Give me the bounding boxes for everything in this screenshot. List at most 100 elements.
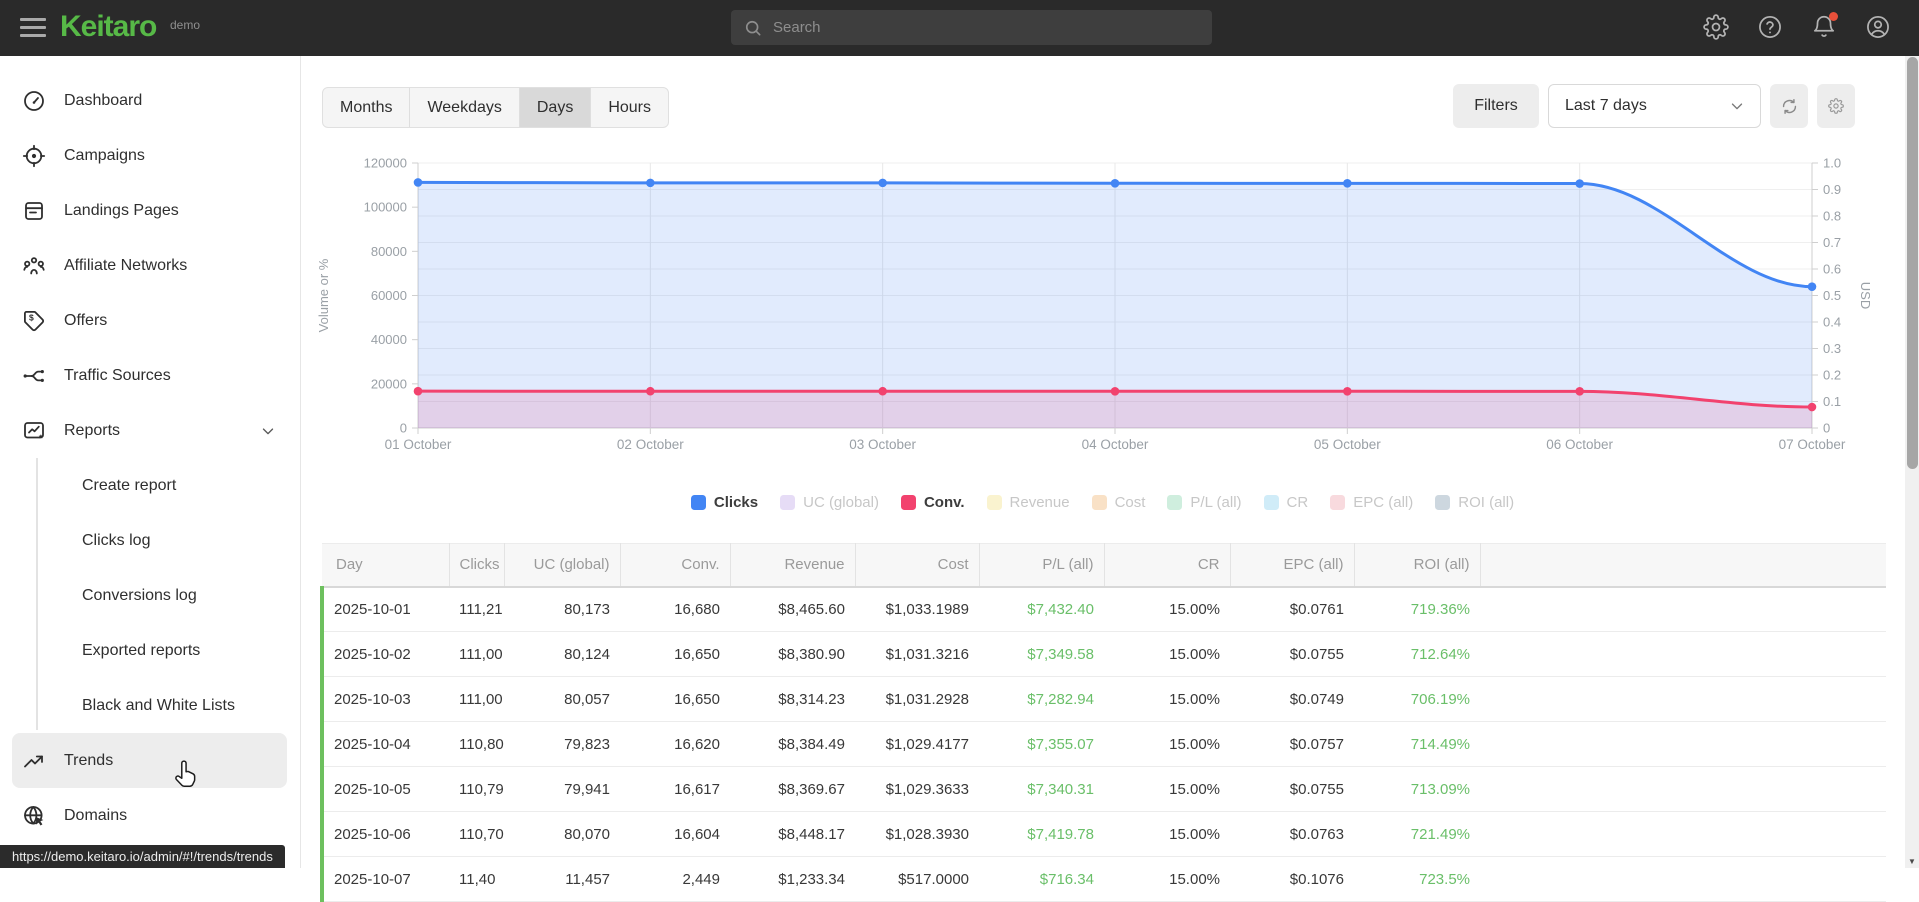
sidebar-item-exported-reports[interactable]: Exported reports [12, 623, 287, 678]
legend-item-conv[interactable]: Conv. [901, 494, 965, 511]
svg-text:03 October: 03 October [849, 437, 916, 452]
refresh-button[interactable] [1770, 84, 1808, 128]
help-icon[interactable] [1757, 14, 1783, 40]
cell-pl-all: $7,340.31 [979, 767, 1104, 812]
cell-filler [1480, 632, 1886, 677]
trends-chart[interactable]: 02000040000600008000010000012000000.10.2… [310, 140, 1895, 480]
sidebar-item-trends[interactable]: Trends [12, 733, 287, 788]
column-header-conv[interactable]: Conv. [620, 544, 730, 587]
cell-uc-global: 79,823 [504, 722, 620, 767]
toolbar-controls: Filters Last 7 days [1453, 84, 1855, 128]
legend-item-revenue[interactable]: Revenue [987, 494, 1070, 511]
sidebar-item-affiliate-networks[interactable]: Affiliate Networks [12, 238, 287, 293]
column-header-cr[interactable]: CR [1104, 544, 1230, 587]
legend-item-cr[interactable]: CR [1264, 494, 1309, 511]
cell-revenue: $8,384.49 [730, 722, 855, 767]
sidebar-item-reports[interactable]: Reports [12, 403, 287, 458]
sidebar-item-offers[interactable]: $ Offers [12, 293, 287, 348]
cell-pl-all: $716.34 [979, 857, 1104, 902]
sidebar-item-conversions-log[interactable]: Conversions log [12, 568, 287, 623]
cell-roi-all: 719.36% [1354, 587, 1480, 632]
status-url-tooltip: https://demo.keitaro.io/admin/#!/trends/… [0, 845, 285, 868]
svg-text:07 October: 07 October [1779, 437, 1846, 452]
column-header-pl-all[interactable]: P/L (all) [979, 544, 1104, 587]
cell-cr: 15.00% [1104, 857, 1230, 902]
period-dropdown[interactable]: Last 7 days [1548, 84, 1761, 128]
legend-swatch [780, 495, 795, 510]
svg-text:120000: 120000 [364, 156, 407, 171]
trends-icon [22, 749, 46, 773]
search-box[interactable] [731, 10, 1212, 45]
brand-logo[interactable]: Keitaro [60, 10, 156, 44]
legend-item-roi-all[interactable]: ROI (all) [1435, 494, 1514, 511]
sidebar-item-landings-pages[interactable]: Landings Pages [12, 183, 287, 238]
search-icon [743, 18, 763, 38]
svg-text:Volume or %: Volume or % [316, 258, 331, 332]
column-header-roi-all[interactable]: ROI (all) [1354, 544, 1480, 587]
dashboard-icon [22, 89, 46, 113]
sidebar-item-campaigns[interactable]: Campaigns [12, 128, 287, 183]
refresh-icon [1780, 97, 1799, 116]
column-header-day[interactable]: Day [322, 544, 449, 587]
cell-clicks: 11,40 [449, 857, 504, 902]
sidebar: Dashboard Campaigns Landings Pages Affil… [0, 56, 301, 868]
granularity-tabs: Months Weekdays Days Hours [322, 87, 669, 128]
cell-filler [1480, 812, 1886, 857]
column-header-revenue[interactable]: Revenue [730, 544, 855, 587]
scrollbar-thumb[interactable] [1907, 57, 1918, 469]
chart-settings-button[interactable] [1817, 84, 1855, 128]
sidebar-item-dashboard[interactable]: Dashboard [12, 73, 287, 128]
settings-icon[interactable] [1703, 14, 1729, 40]
tab-months[interactable]: Months [323, 88, 410, 127]
legend-swatch [1092, 495, 1107, 510]
column-header-epc-all[interactable]: EPC (all) [1230, 544, 1354, 587]
legend-item-clicks[interactable]: Clicks [691, 494, 758, 511]
legend-label: Cost [1115, 494, 1146, 511]
search-input[interactable] [773, 19, 1200, 36]
sidebar-item-black-and-white-lists[interactable]: Black and White Lists [12, 678, 287, 733]
legend-item-p-l-all[interactable]: P/L (all) [1167, 494, 1241, 511]
cell-epc-all: $0.0755 [1230, 632, 1354, 677]
chevron-down-icon [1728, 97, 1746, 115]
svg-text:0.5: 0.5 [1823, 288, 1841, 303]
legend-label: EPC (all) [1353, 494, 1413, 511]
cell-roi-all: 713.09% [1354, 767, 1480, 812]
legend-item-cost[interactable]: Cost [1092, 494, 1146, 511]
chevron-down-icon [259, 422, 277, 440]
svg-text:0.7: 0.7 [1823, 235, 1841, 250]
svg-text:60000: 60000 [371, 288, 407, 303]
cell-day: 2025-10-06 [322, 812, 449, 857]
environment-label: demo [170, 18, 200, 32]
svg-text:05 October: 05 October [1314, 437, 1381, 452]
tab-days[interactable]: Days [520, 88, 591, 127]
user-avatar-icon[interactable] [1865, 14, 1891, 40]
sidebar-item-traffic-sources[interactable]: Traffic Sources [12, 348, 287, 403]
cell-roi-all: 723.5% [1354, 857, 1480, 902]
sidebar-item-domains[interactable]: Domains [12, 788, 287, 843]
cell-pl-all: $7,282.94 [979, 677, 1104, 722]
notifications-bell-icon[interactable] [1811, 14, 1837, 40]
scroll-down-arrow[interactable]: ▼ [1905, 854, 1919, 868]
svg-text:0.1: 0.1 [1823, 394, 1841, 409]
legend-item-epc-all[interactable]: EPC (all) [1330, 494, 1413, 511]
tab-weekdays[interactable]: Weekdays [410, 88, 519, 127]
cell-cost: $1,033.1989 [855, 587, 979, 632]
cell-conv: 16,650 [620, 632, 730, 677]
column-header-uc-global[interactable]: UC (global) [504, 544, 620, 587]
cell-clicks: 111,21 [449, 587, 504, 632]
cell-uc-global: 79,941 [504, 767, 620, 812]
legend-item-uc-global[interactable]: UC (global) [780, 494, 879, 511]
legend-label: ROI (all) [1458, 494, 1514, 511]
sidebar-item-clicks-log[interactable]: Clicks log [12, 513, 287, 568]
column-header-clicks[interactable]: Clicks [449, 544, 504, 587]
tab-hours[interactable]: Hours [591, 88, 668, 127]
cell-uc-global: 80,173 [504, 587, 620, 632]
column-header-cost[interactable]: Cost [855, 544, 979, 587]
submenu-rule [36, 458, 38, 730]
cell-uc-global: 80,070 [504, 812, 620, 857]
sidebar-item-create-report[interactable]: Create report [12, 458, 287, 513]
menu-toggle-icon[interactable] [20, 18, 46, 38]
legend-swatch [987, 495, 1002, 510]
page-scrollbar[interactable]: ▼ [1905, 56, 1919, 868]
filters-button[interactable]: Filters [1453, 84, 1539, 128]
